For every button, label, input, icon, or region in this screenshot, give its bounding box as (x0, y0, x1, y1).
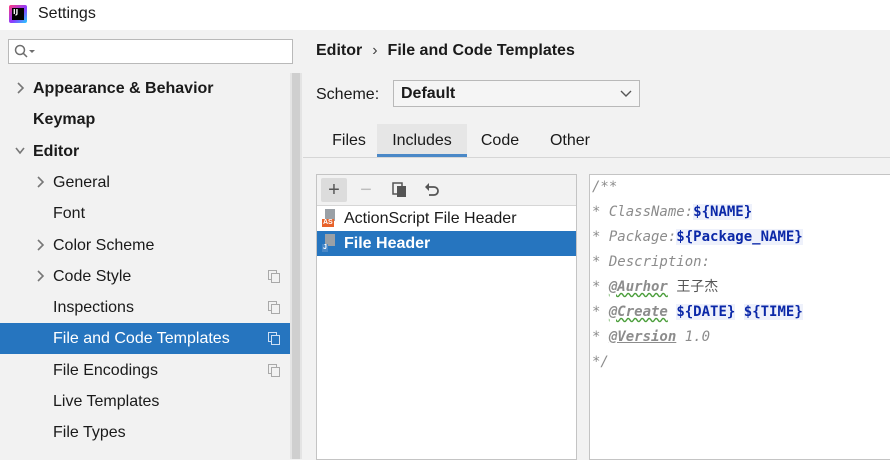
code-token: 王子杰 (676, 279, 719, 295)
sidebar-scrollbar[interactable] (290, 73, 302, 459)
sidebar-item-appearance-behavior[interactable]: Appearance & Behavior (0, 73, 290, 104)
copy-icon (392, 182, 406, 197)
scheme-dropdown[interactable]: Default (393, 80, 640, 107)
code-token: * Package: (592, 229, 677, 245)
breadcrumb: Editor › File and Code Templates (316, 42, 575, 60)
template-name: ActionScript File Header (344, 210, 517, 227)
sidebar-item-label: Inspections (53, 299, 134, 317)
sidebar-item-label: Font (53, 205, 86, 223)
template-editor[interactable]: /** * ClassName:${NAME} * Package:${Packag… (589, 174, 890, 460)
template-tabs: Files Includes Code Other (315, 124, 890, 157)
sidebar-item-label: Code Style (53, 267, 132, 285)
template-list-panel: + − AS ActionScript File Header J File Head… (316, 174, 577, 460)
code-token: ${NAME} (693, 204, 753, 220)
window-title: Settings (38, 5, 96, 22)
settings-content: Editor › File and Code Templates Scheme: D… (303, 30, 890, 460)
add-template-button[interactable]: + (321, 178, 347, 202)
sidebar-item-label: Appearance & Behavior (33, 80, 214, 97)
scrollbar-thumb[interactable] (292, 73, 300, 459)
sidebar-item-keymap[interactable]: Keymap (0, 104, 290, 135)
code-token: @Create (608, 304, 668, 320)
sidebar-item-editor[interactable]: Editor (0, 136, 290, 167)
search-icon (14, 44, 35, 58)
sidebar-item-label: Live Templates (53, 393, 160, 410)
code-token: ${DATE} (676, 304, 736, 320)
title-bar: IJ Settings (0, 0, 890, 30)
sidebar-item-color-scheme[interactable]: Color Scheme (0, 230, 290, 261)
sidebar-item-code-style[interactable]: Code Style (0, 261, 290, 292)
sidebar-item-label: General (53, 173, 110, 191)
template-list-toolbar: + − (317, 175, 576, 206)
tab-code[interactable]: Code (473, 124, 527, 157)
code-token: */ (592, 354, 609, 370)
copy-template-button[interactable] (387, 178, 413, 202)
code-token: * (592, 304, 609, 320)
file-template-icon: J (322, 234, 337, 252)
code-token: @Version (608, 329, 677, 345)
file-template-icon: AS (322, 209, 337, 227)
intellij-idea-icon: IJ (9, 5, 27, 23)
sidebar-item-file-types[interactable]: File Types (0, 417, 290, 448)
sidebar-item-label: Color Scheme (53, 236, 155, 254)
sidebar-item-label: File and Code Templates (53, 330, 230, 348)
template-name: File Header (344, 235, 431, 252)
code-line: * Package:${Package_NAME} (592, 225, 803, 250)
chevron-down-icon (620, 84, 632, 105)
project-level-icon (268, 301, 280, 315)
code-token: ${TIME} (743, 304, 803, 320)
sidebar-item-label: File Types (53, 424, 126, 442)
template-list-item[interactable]: AS ActionScript File Header (317, 206, 576, 231)
project-level-icon (268, 363, 280, 377)
code-line: * @Aurhor 王子杰 (592, 275, 718, 300)
tab-files[interactable]: Files (315, 124, 383, 157)
sidebar-item-inspections[interactable]: Inspections (0, 292, 290, 323)
tab-includes[interactable]: Includes (377, 124, 467, 157)
app-icon-text: IJ (13, 8, 19, 16)
code-token: * (592, 279, 609, 295)
code-line: */ (592, 350, 609, 375)
tab-other[interactable]: Other (541, 124, 599, 157)
sidebar-item-file-and-code-templates[interactable]: File and Code Templates (0, 323, 290, 355)
code-line: * @Version 1.0 (592, 325, 710, 350)
search-input[interactable] (8, 39, 293, 64)
remove-template-button[interactable]: − (353, 178, 379, 202)
code-token: * ClassName: (592, 204, 694, 220)
file-type-tag: AS (322, 219, 334, 227)
sidebar-item-font[interactable]: Font (0, 198, 290, 229)
tabs-divider (303, 157, 890, 158)
code-token: @Aurhor (608, 279, 668, 295)
settings-sidebar: Appearance & Behavior Keymap Editor General… (0, 30, 302, 459)
undo-icon (425, 183, 439, 196)
code-token: * (592, 329, 609, 345)
project-level-icon (268, 269, 280, 283)
breadcrumb-current: File and Code Templates (387, 42, 575, 59)
code-line: * @Create ${DATE} ${TIME} (592, 300, 803, 325)
sidebar-item-label: Keymap (33, 111, 96, 129)
sidebar-item-general[interactable]: General (0, 167, 290, 198)
scheme-label: Scheme: (316, 86, 380, 103)
code-line: * ClassName:${NAME} (592, 200, 753, 225)
file-type-tag: J (322, 244, 328, 252)
code-token: * Description: (592, 254, 711, 270)
sidebar-item-label: File Encodings (53, 361, 158, 379)
sidebar-item-file-encodings[interactable]: File Encodings (0, 355, 290, 386)
scheme-value: Default (401, 85, 456, 102)
sidebar-item-label: Editor (33, 142, 80, 160)
code-token: /** (592, 179, 618, 195)
code-line: * Description: (592, 250, 710, 275)
code-token: ${Package_NAME} (676, 229, 803, 245)
breadcrumb-parent[interactable]: Editor (316, 42, 362, 59)
template-list-item[interactable]: J File Header (317, 231, 576, 256)
code-token: 1.0 (676, 329, 711, 345)
code-line: /** (592, 175, 617, 200)
sidebar-item-live-templates[interactable]: Live Templates (0, 386, 290, 417)
reset-template-button[interactable] (419, 178, 445, 202)
project-level-icon (268, 332, 280, 346)
breadcrumb-separator: › (372, 42, 378, 59)
